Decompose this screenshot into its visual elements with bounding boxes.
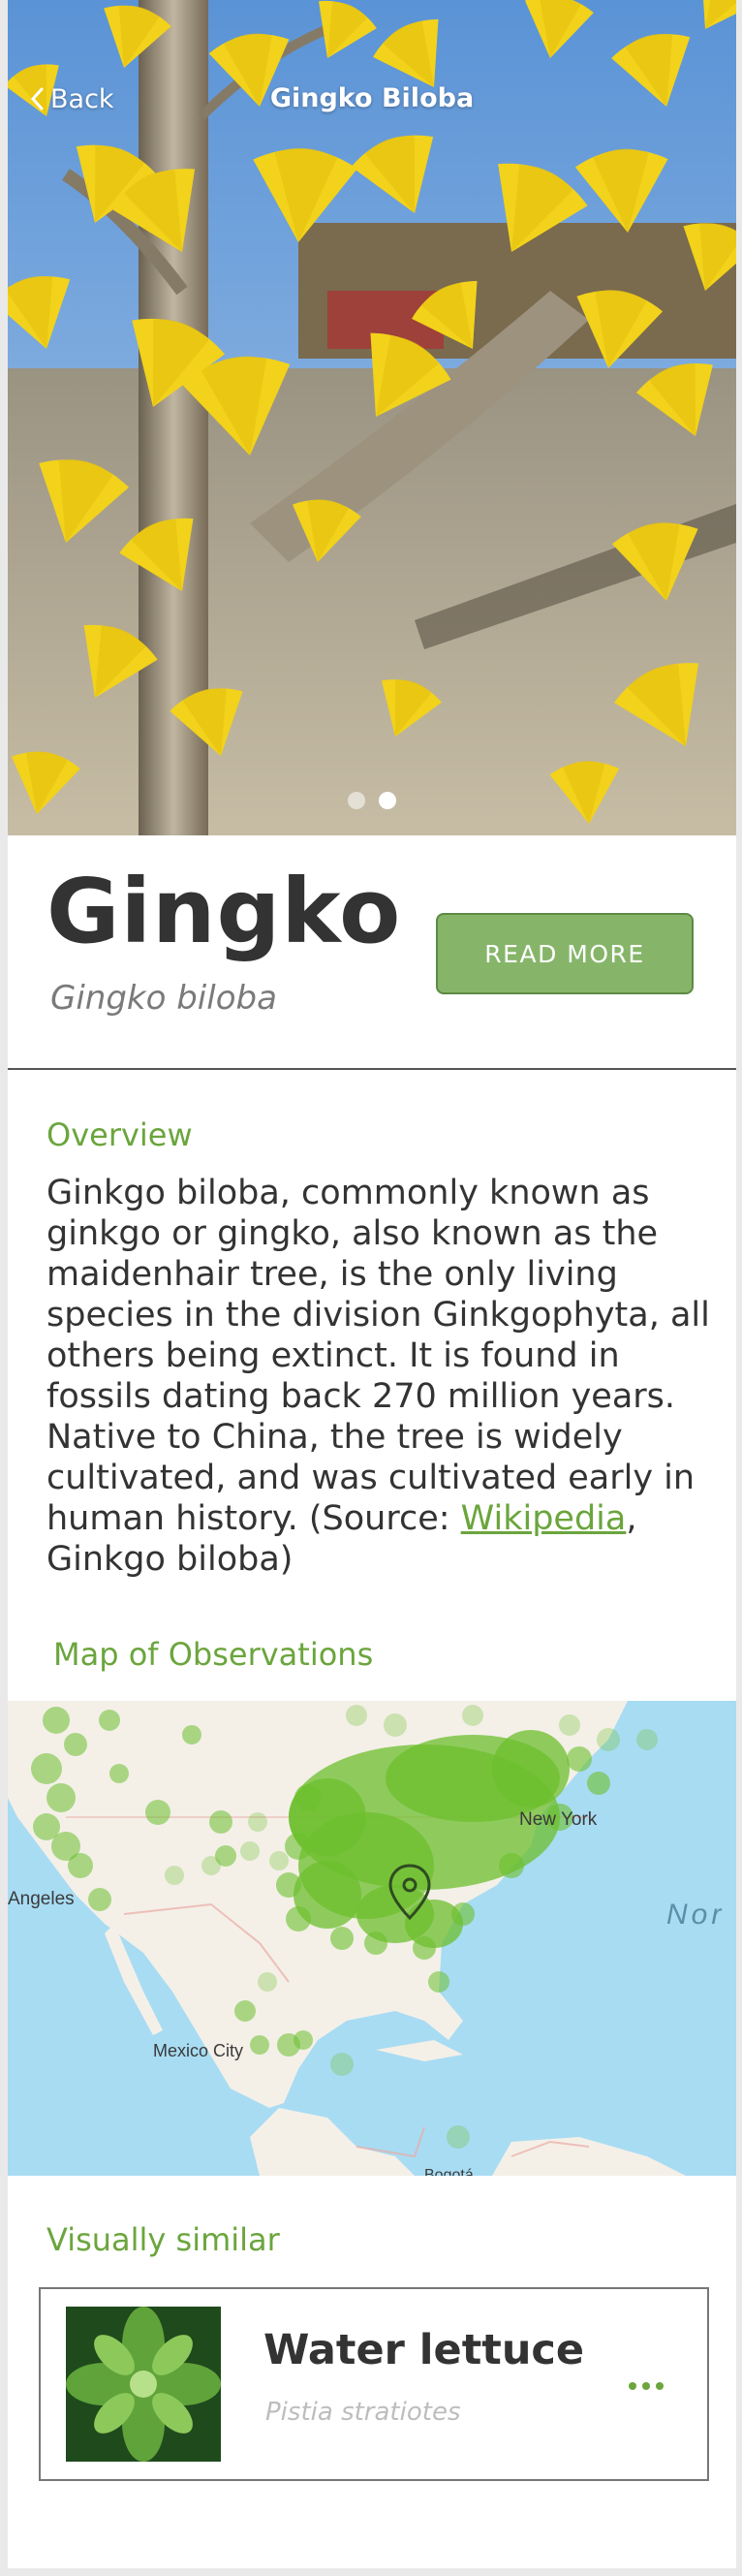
overview-heading: Overview (46, 1116, 193, 1153)
gallery-page-indicator[interactable] (8, 792, 736, 809)
map-label-los-angeles: Angeles (8, 1889, 75, 1909)
plant-scientific-name: Gingko biloba (50, 979, 277, 1018)
plant-detail-screen: Back Gingko Biloba Gingko Gingko biloba … (8, 0, 736, 2568)
similar-common-name: Water lettuce (263, 2326, 585, 2374)
map-graphic: New York Angeles Mexico City Bogotá Nor (8, 1701, 736, 2176)
page-dot[interactable] (348, 792, 365, 809)
similar-heading: Visually similar (46, 2221, 280, 2258)
map-label-mexico-city: Mexico City (153, 2041, 243, 2060)
plant-common-name: Gingko (46, 860, 402, 963)
similar-scientific-name: Pistia stratiotes (265, 2398, 461, 2427)
water-lettuce-thumbnail (66, 2307, 221, 2462)
map-label-new-york: New York (519, 1809, 598, 1830)
overview-text: Ginkgo biloba, commonly known as ginkgo … (46, 1173, 715, 1580)
read-more-button[interactable]: READ MORE (436, 913, 694, 994)
gingko-photo (8, 0, 736, 835)
overview-body: Ginkgo biloba, commonly known as ginkgo … (46, 1174, 710, 1538)
hero-photo-gallery[interactable]: Back Gingko Biloba (8, 0, 736, 835)
page-dot-active[interactable] (379, 792, 396, 809)
similar-plant-card[interactable]: Water lettuce Pistia stratiotes (39, 2287, 709, 2481)
divider (8, 1068, 736, 1070)
observations-map[interactable]: New York Angeles Mexico City Bogotá Nor (8, 1701, 736, 2176)
more-options-icon[interactable] (622, 2374, 670, 2398)
wikipedia-link[interactable]: Wikipedia (461, 1499, 627, 1538)
map-label-bogota: Bogotá (424, 2167, 474, 2176)
map-heading: Map of Observations (53, 1636, 374, 1673)
map-label-ocean: Nor (666, 1899, 725, 1931)
nav-title: Gingko Biloba (269, 83, 475, 113)
